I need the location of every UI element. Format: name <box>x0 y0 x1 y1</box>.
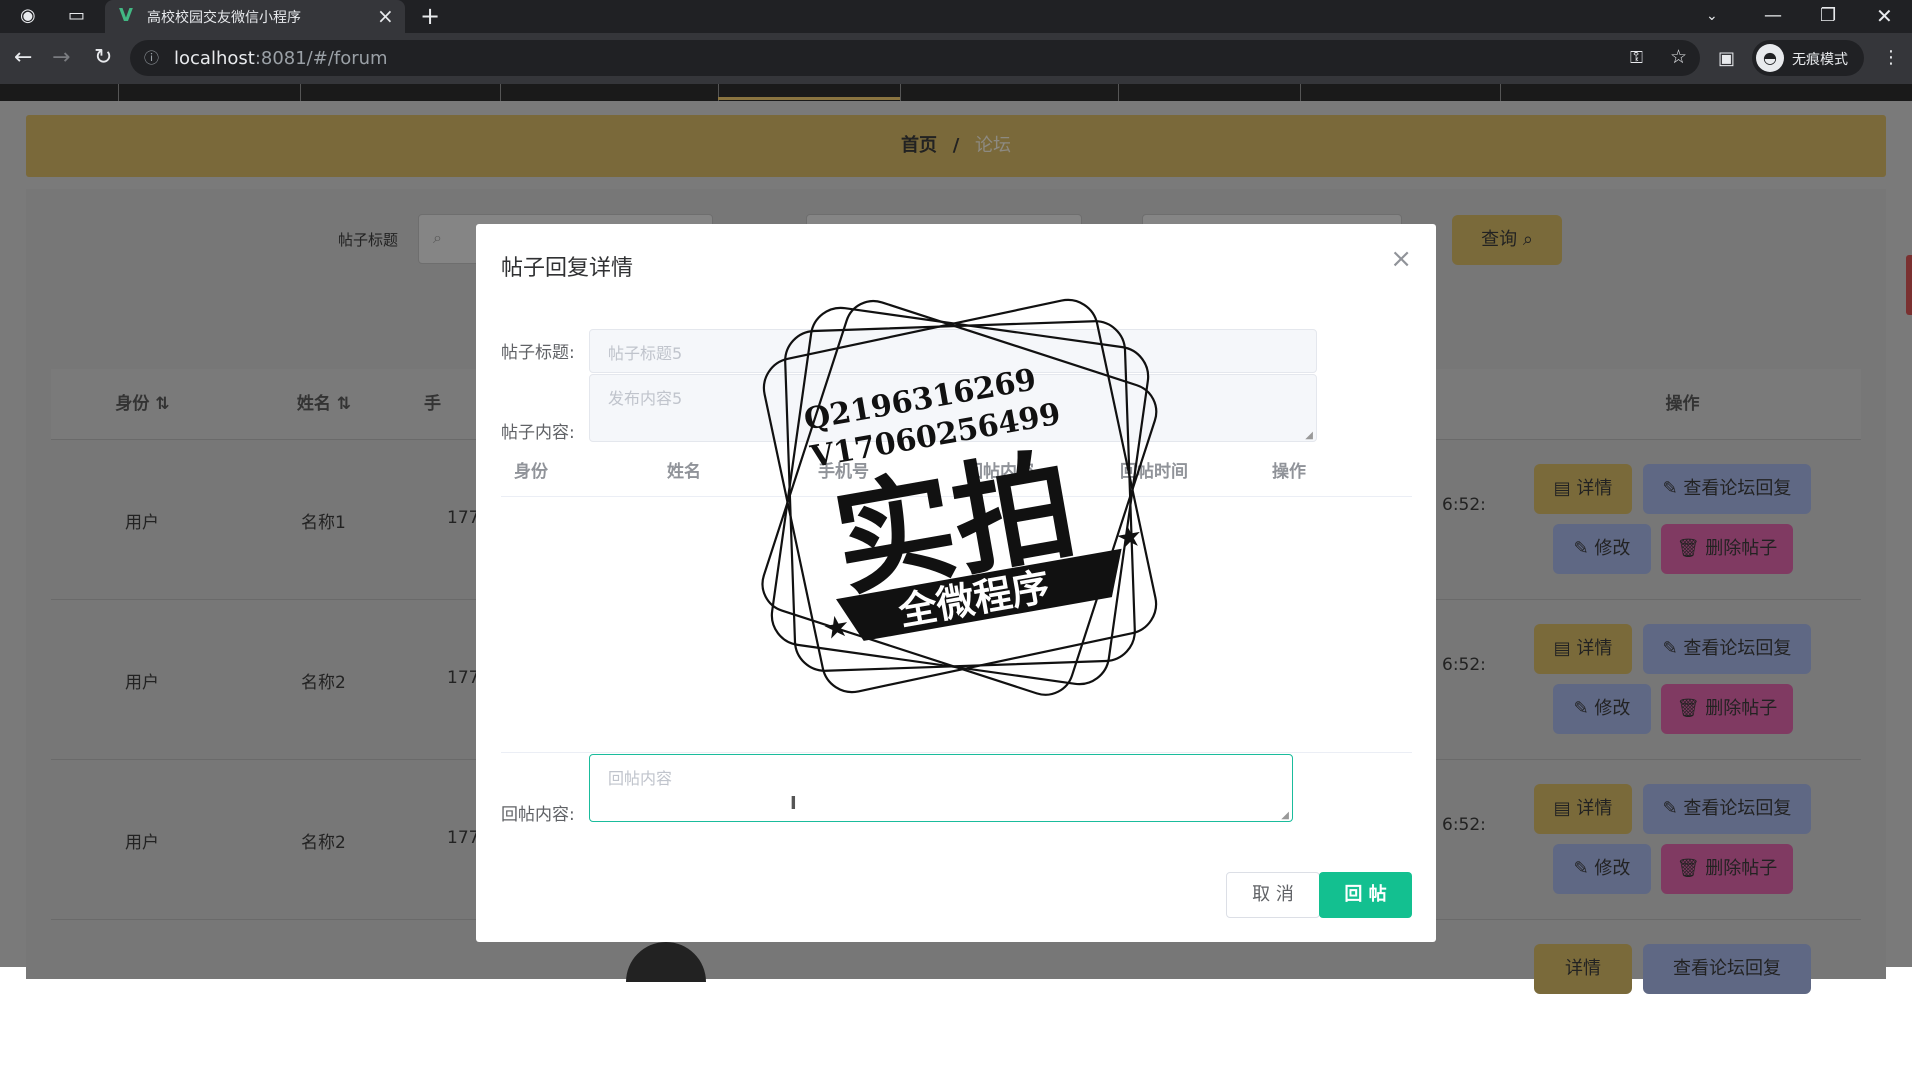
th-name[interactable]: 姓名 ⇅ <box>234 369 414 439</box>
restore-icon[interactable]: ❐ <box>1820 0 1836 32</box>
cell-phone: 177 <box>447 668 480 688</box>
dialog-close-icon[interactable]: × <box>1390 244 1412 274</box>
vue-logo-icon: V <box>119 5 133 26</box>
th-actions: 操作 <box>1504 369 1861 439</box>
forward-icon[interactable]: → <box>52 42 70 74</box>
table-row: 详情 查看论坛回复 <box>51 919 1861 1079</box>
breadcrumb-home[interactable]: 首页 <box>901 135 937 156</box>
detail-button[interactable]: 详情 <box>1565 958 1601 979</box>
text-cursor-icon: I <box>790 793 797 814</box>
col-actions: 操作 <box>1272 462 1306 482</box>
view-reply-button[interactable]: ✎ 查看论坛回复 <box>1643 624 1811 674</box>
watermark-stamp: Q2196316269 V17060256499 实拍 全微程序 ★ ★ <box>761 298 1158 696</box>
view-reply-button[interactable]: ✎ 查看论坛回复 <box>1643 464 1811 514</box>
delete-button[interactable]: 🗑 删除帖子 <box>1661 844 1793 894</box>
url-input[interactable]: ⓘ localhost:8081/#/forum ⚿ ☆ <box>130 40 1700 76</box>
incognito-icon: ◓ <box>1756 44 1784 72</box>
table-divider <box>501 752 1412 753</box>
edit-button[interactable]: ✎ 修改 <box>1553 684 1651 734</box>
view-reply-button[interactable]: ✎ 查看论坛回复 <box>1643 784 1811 834</box>
url-host: localhost <box>174 48 255 69</box>
submit-reply-button[interactable]: 回 帖 <box>1319 872 1412 918</box>
reply-content-textarea[interactable]: 回帖内容 I ◢ <box>589 754 1293 822</box>
col-name: 姓名 <box>667 462 701 482</box>
resize-handle-icon[interactable]: ◢ <box>1281 810 1289 821</box>
reload-icon[interactable]: ↻ <box>94 42 112 74</box>
sidepanel-icon[interactable]: ▣ <box>1718 43 1735 75</box>
cell-time: 6:52: <box>1442 815 1486 835</box>
edit-button[interactable]: ✎ 修改 <box>1553 844 1651 894</box>
cell-name: 名称1 <box>301 513 346 533</box>
search-icon: ⌕ <box>433 228 442 247</box>
cell-time: 6:52: <box>1442 495 1486 515</box>
info-icon[interactable]: ⓘ <box>144 42 159 74</box>
thumbnail-image <box>626 942 706 982</box>
cell-phone: 177 <box>447 508 480 528</box>
detail-button[interactable]: ▤ 详情 <box>1534 464 1632 514</box>
address-bar-row: ← → ↻ ⓘ localhost:8081/#/forum ⚿ ☆ ▣ ◓ 无… <box>0 33 1912 84</box>
post-content-value: 发布内容5 <box>608 389 683 408</box>
edit-button[interactable]: ✎ 修改 <box>1553 524 1651 574</box>
cell-time: 6:52: <box>1442 655 1486 675</box>
new-tab-icon[interactable]: + <box>420 0 440 32</box>
cell-name: 名称2 <box>301 833 346 853</box>
minimize-icon[interactable]: — <box>1764 0 1782 32</box>
tab-close-icon[interactable]: × <box>377 0 394 32</box>
delete-button[interactable]: 🗑 删除帖子 <box>1661 524 1793 574</box>
delete-button[interactable]: 🗑 删除帖子 <box>1661 684 1793 734</box>
breadcrumb: 首页 / 论坛 <box>26 115 1886 177</box>
breadcrumb-current: 论坛 <box>975 135 1012 156</box>
reply-placeholder: 回帖内容 <box>608 769 673 788</box>
view-reply-button[interactable]: 查看论坛回复 <box>1673 958 1781 979</box>
key-icon[interactable]: ⚿ <box>1630 42 1643 74</box>
window-close-icon[interactable]: ✕ <box>1876 0 1893 32</box>
breadcrumb-separator: / <box>952 135 960 156</box>
search-title-label: 帖子标题 <box>338 231 399 249</box>
chevron-down-icon[interactable]: ⌄ <box>1706 0 1718 32</box>
cell-identity: 用户 <box>125 833 159 853</box>
post-title-value: 帖子标题5 <box>608 344 683 363</box>
cell-name: 名称2 <box>301 673 346 693</box>
cell-identity: 用户 <box>125 513 159 533</box>
tab-strip-icon[interactable]: ▭ <box>68 0 85 32</box>
incognito-badge[interactable]: ◓ 无痕模式 <box>1752 40 1864 76</box>
app-top-nav <box>0 84 1912 101</box>
resize-handle-icon[interactable]: ◢ <box>1305 430 1313 441</box>
star-icon[interactable]: ☆ <box>1670 41 1687 73</box>
cell-identity: 用户 <box>125 673 159 693</box>
globe-icon[interactable]: ◉ <box>20 0 36 32</box>
reply-content-label: 回帖内容: <box>501 805 575 825</box>
more-menu-icon[interactable]: ⋮ <box>1882 42 1900 74</box>
detail-button[interactable]: ▤ 详情 <box>1534 624 1632 674</box>
col-identity: 身份 <box>514 462 548 482</box>
query-button[interactable]: 查询 ⌕ <box>1452 215 1562 265</box>
post-content-label: 帖子内容: <box>501 423 575 443</box>
post-title-label: 帖子标题: <box>501 343 575 363</box>
incognito-label: 无痕模式 <box>1792 52 1848 68</box>
tab-title: 高校校园交友微信小程序 <box>147 10 301 26</box>
page-scrollbar[interactable] <box>1906 255 1912 315</box>
browser-tab-bar: ◉ ▭ V 高校校园交友微信小程序 × + ⌄ — ❐ ✕ <box>0 0 1912 33</box>
back-icon[interactable]: ← <box>14 42 32 74</box>
cell-phone: 177 <box>447 828 480 848</box>
dialog-title: 帖子回复详情 <box>501 256 634 281</box>
browser-tab-active[interactable]: V 高校校园交友微信小程序 × <box>105 0 405 33</box>
detail-button[interactable]: ▤ 详情 <box>1534 784 1632 834</box>
cancel-button[interactable]: 取 消 <box>1226 872 1320 918</box>
th-identity[interactable]: 身份 ⇅ <box>51 369 234 439</box>
url-path: :8081/#/forum <box>254 48 388 69</box>
